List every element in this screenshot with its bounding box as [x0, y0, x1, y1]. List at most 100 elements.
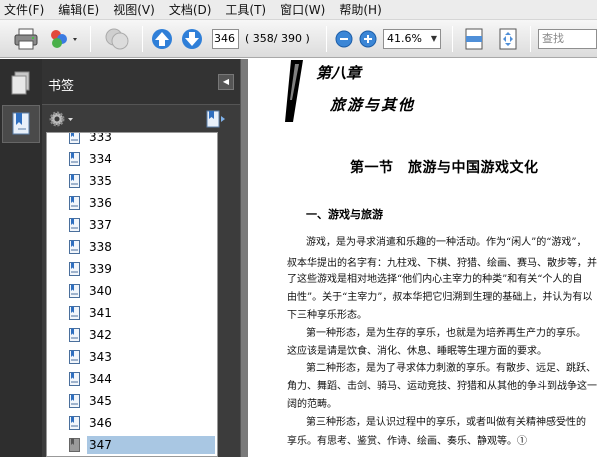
- menu-edit[interactable]: 编辑(E): [58, 1, 99, 18]
- bookmark-icon: [69, 416, 80, 430]
- fit-page-icon[interactable]: [496, 27, 520, 51]
- bookmark-icon: [69, 152, 80, 166]
- collaborate-icon[interactable]: [46, 27, 82, 51]
- text-line: 由性”。关于“主宰力”，叔本华把它归溯到生理的基础上，并认为有以: [287, 292, 593, 303]
- bookmark-icon: [69, 284, 80, 298]
- bookmark-label: 338: [89, 240, 112, 254]
- zoom-select[interactable]: 41.6% ▼: [383, 29, 441, 49]
- panel-scrollbar[interactable]: [220, 132, 236, 457]
- previous-page-icon[interactable]: [150, 27, 174, 51]
- bookmark-icon: [69, 218, 80, 232]
- bookmark-label: 341: [89, 306, 112, 320]
- bookmark-item[interactable]: 347: [47, 435, 217, 456]
- page-number-input[interactable]: 346: [212, 29, 239, 49]
- menu-help[interactable]: 帮助(H): [339, 1, 381, 18]
- toolbar-separator: [142, 26, 143, 52]
- search-input[interactable]: 查找: [538, 29, 597, 49]
- expand-bookmark-icon[interactable]: [204, 109, 228, 132]
- next-page-icon[interactable]: [180, 27, 204, 51]
- fit-width-icon[interactable]: [462, 27, 486, 51]
- bookmark-label: 333: [89, 132, 112, 144]
- bookmarks-icon[interactable]: [2, 105, 40, 143]
- menu-view[interactable]: 视图(V): [113, 1, 155, 18]
- collapse-panel-button[interactable]: ◀: [218, 74, 234, 90]
- panel-toolbar: [42, 106, 240, 132]
- menu-window[interactable]: 窗口(W): [280, 1, 325, 18]
- bookmark-item[interactable]: 335: [47, 171, 217, 192]
- bookmark-item[interactable]: 341: [47, 303, 217, 324]
- bookmark-item[interactable]: 344: [47, 369, 217, 390]
- bookmarks-panel: 书签 ◀ 333 334 335 336 337 338 339 340 341 342 343 34…: [42, 59, 240, 457]
- options-gear-icon[interactable]: [48, 110, 76, 131]
- bookmark-item[interactable]: 338: [47, 237, 217, 258]
- page-count: ( 358/ 390 ): [245, 32, 310, 45]
- menu-document[interactable]: 文档(D): [169, 1, 212, 18]
- bookmark-icon: [69, 240, 80, 254]
- menu-bar: 文件(F) 编辑(E) 视图(V) 文档(D) 工具(T) 窗口(W) 帮助(H…: [0, 0, 597, 20]
- chapter-number: 第八章: [316, 64, 362, 82]
- bookmark-icon: [69, 328, 80, 342]
- bookmark-label: 340: [89, 284, 112, 298]
- bookmark-label: 334: [89, 152, 112, 166]
- bookmark-icon: [69, 438, 80, 452]
- text-line: 阔的范畴。: [287, 399, 337, 410]
- bookmark-item[interactable]: 336: [47, 193, 217, 214]
- bookmark-label: 345: [89, 394, 112, 408]
- bookmark-label: 346: [89, 416, 112, 430]
- bookmark-icon: [69, 262, 80, 276]
- bookmark-item[interactable]: 340: [47, 281, 217, 302]
- bookmark-item[interactable]: 346: [47, 413, 217, 434]
- chapter-title: 旅游与其他: [330, 96, 416, 114]
- bookmark-icon: [69, 174, 80, 188]
- bookmark-icon: [69, 394, 80, 408]
- printer-icon[interactable]: [12, 27, 40, 51]
- bookmark-label: 342: [89, 328, 112, 342]
- bookmark-label: 336: [89, 196, 112, 210]
- bookmark-icon: [69, 196, 80, 210]
- toolbar-separator: [90, 26, 91, 52]
- text-line: 第三种形态，是认识过程中的享乐，或者叫做有关精神感受性的: [306, 417, 586, 428]
- bookmark-item[interactable]: 343: [47, 347, 217, 368]
- zoom-in-icon[interactable]: [358, 27, 378, 51]
- menu-tools[interactable]: 工具(T): [225, 1, 266, 18]
- zoom-out-icon[interactable]: [334, 27, 354, 51]
- bookmark-label: 347: [87, 436, 215, 454]
- navigation-strip: [0, 59, 42, 457]
- text-line: 叔本华提出的名字有：九柱戏、下棋、狩猎、绘画、赛马、散步等，并讲述: [287, 258, 597, 269]
- bookmark-item[interactable]: 339: [47, 259, 217, 280]
- text-line: 了这些游戏是相对地选择“他们内心主宰力的种类”和有关“个人的自: [287, 274, 583, 285]
- bookmark-icon: [69, 306, 80, 320]
- menu-file[interactable]: 文件(F): [4, 1, 44, 18]
- bookmark-label: 339: [89, 262, 112, 276]
- chevron-down-icon[interactable]: ▼: [428, 30, 440, 48]
- section-title: 第一节 旅游与中国游戏文化: [350, 160, 539, 176]
- bookmark-item[interactable]: 345: [47, 391, 217, 412]
- panel-header: 书签 ◀: [42, 59, 240, 105]
- toolbar-separator: [530, 26, 531, 52]
- panel-splitter[interactable]: [240, 59, 248, 457]
- bookmark-label: 343: [89, 350, 112, 364]
- toolbar: 346 ( 358/ 390 ) 41.6% ▼ 查找: [0, 20, 597, 58]
- text-line: 享乐。有思考、鉴赏、作诗、绘画、奏乐、静观等。①: [287, 436, 527, 447]
- comment-icon[interactable]: [102, 27, 132, 51]
- bookmarks-list: 333 334 335 336 337 338 339 340 341 342 343 344 345 3…: [46, 132, 218, 457]
- bookmark-item[interactable]: 342: [47, 325, 217, 346]
- bookmark-label: 344: [89, 372, 112, 386]
- text-line: 第一种形态，是为生存的享乐，也就是为培养再生产力的享乐。: [306, 328, 586, 339]
- text-line: 这应该是请是饮食、消化、休息、睡眠等生理方面的要求。: [287, 346, 547, 357]
- bookmark-label: 335: [89, 174, 112, 188]
- toolbar-separator: [452, 26, 453, 52]
- bookmark-item[interactable]: 337: [47, 215, 217, 236]
- bookmark-item[interactable]: 334: [47, 149, 217, 170]
- chapter-decoration: [285, 60, 303, 122]
- bookmark-item[interactable]: 333: [47, 132, 217, 148]
- pages-icon[interactable]: [2, 65, 40, 103]
- text-line: 角力、舞蹈、击剑、骑马、运动竞技、狩猎和从其他的争斗到战争这一广: [287, 381, 597, 392]
- bookmark-icon: [69, 350, 80, 364]
- subheading: 一、游戏与旅游: [306, 208, 383, 221]
- toolbar-separator: [326, 26, 327, 52]
- panel-title: 书签: [48, 79, 75, 94]
- bookmark-icon: [69, 372, 80, 386]
- bookmark-icon: [69, 133, 80, 144]
- bookmark-label: 337: [89, 218, 112, 232]
